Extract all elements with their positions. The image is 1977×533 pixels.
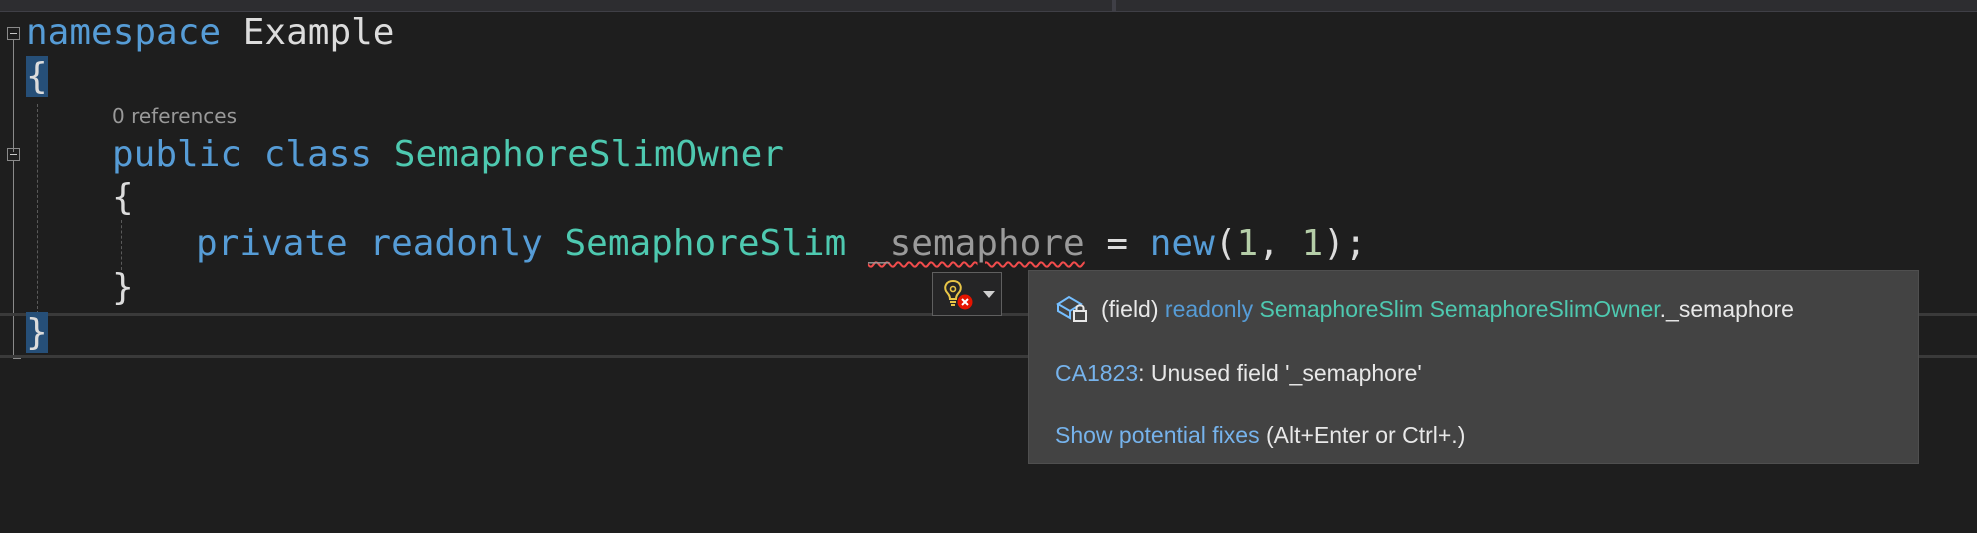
- brace: {: [112, 177, 134, 218]
- quick-info-tooltip: (field) readonly SemaphoreSlim Semaphore…: [1028, 270, 1919, 464]
- show-potential-fixes-link[interactable]: Show potential fixes: [1055, 422, 1260, 448]
- codelens-references[interactable]: 0 references: [112, 104, 237, 128]
- signature-owner: SemaphoreSlimOwner: [1429, 296, 1660, 322]
- signature-type: SemaphoreSlim: [1259, 296, 1424, 322]
- keyword: namespace: [26, 12, 222, 53]
- code-line-class-close-brace: }: [112, 266, 134, 310]
- class-name: SemaphoreSlimOwner: [393, 134, 784, 175]
- quick-info-signature: (field) readonly SemaphoreSlim Semaphore…: [1101, 296, 1794, 323]
- operator: =: [1084, 223, 1150, 264]
- brace: }: [112, 267, 134, 308]
- paren: );: [1323, 223, 1367, 264]
- keyword: private: [196, 223, 348, 264]
- type-name: SemaphoreSlim: [564, 223, 847, 264]
- namespace-name: Example: [221, 12, 395, 53]
- keyword: readonly: [369, 223, 543, 264]
- code-line-class-open-brace: {: [112, 176, 134, 220]
- diagnostic-message: CA1823: Unused field '_semaphore': [1055, 360, 1422, 387]
- field-name-squiggle[interactable]: _semaphore: [868, 223, 1085, 264]
- code-line-class: public class SemaphoreSlimOwner: [112, 133, 784, 177]
- code-line-field: private readonly SemaphoreSlim _semaphor…: [196, 222, 1367, 266]
- fix-shortcut-hint: (Alt+Enter or Ctrl+.): [1259, 422, 1466, 448]
- keyword: new: [1149, 223, 1215, 264]
- number-literal: 1: [1236, 223, 1259, 264]
- field-readonly-icon: [1056, 295, 1087, 322]
- comma: ,: [1258, 223, 1302, 264]
- fix-row: Show potential fixes (Alt+Enter or Ctrl+…: [1055, 422, 1465, 449]
- code-line-open-brace: {: [26, 55, 48, 99]
- code-editor[interactable]: namespace Example { 0 references public …: [0, 0, 1367, 533]
- keyword: public: [112, 134, 243, 175]
- number-literal: 1: [1301, 223, 1324, 264]
- brace-match: }: [26, 312, 48, 353]
- signature-member: ._semaphore: [1659, 296, 1794, 322]
- signature-keyword: readonly: [1164, 296, 1254, 322]
- chevron-down-icon[interactable]: [983, 291, 995, 298]
- signature-kind: (field): [1101, 296, 1165, 322]
- diagnostic-text: : Unused field '_semaphore': [1138, 360, 1422, 386]
- code-line-namespace: namespace Example: [26, 11, 394, 55]
- lightbulb-error-icon: [944, 279, 973, 310]
- diagnostic-code-link[interactable]: CA1823: [1055, 360, 1138, 386]
- brace-match: {: [26, 56, 48, 97]
- indent-guide: [121, 220, 122, 270]
- paren: (: [1214, 223, 1237, 264]
- keyword: class: [263, 134, 373, 175]
- code-line-close-brace: }: [26, 311, 48, 355]
- lightbulb-button[interactable]: [932, 272, 1002, 316]
